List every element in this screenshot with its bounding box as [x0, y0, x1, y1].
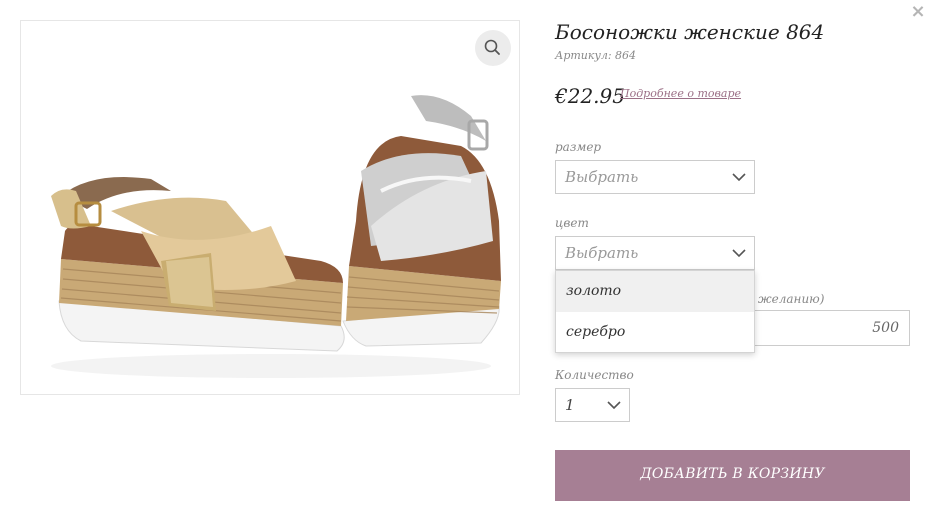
quantity-label: Количество: [555, 368, 634, 382]
wish-amount-value: 500: [872, 320, 899, 336]
zoom-button[interactable]: [475, 30, 511, 66]
wish-label: желанию): [758, 292, 825, 306]
chevron-down-icon: [607, 401, 621, 410]
size-label: размер: [555, 140, 602, 154]
color-option-gold[interactable]: золото: [556, 271, 754, 312]
quantity-select[interactable]: 1: [555, 388, 630, 422]
silver-sandal: [342, 95, 501, 347]
zoom-icon: [484, 39, 500, 55]
chevron-down-icon: [732, 249, 746, 258]
wish-amount-input[interactable]: 500: [752, 310, 910, 346]
product-image-container: [20, 20, 520, 395]
color-option-label: золото: [566, 283, 622, 299]
color-label: цвет: [555, 216, 589, 230]
chevron-down-icon: [732, 173, 746, 182]
gold-sandal: [51, 177, 345, 352]
add-to-cart-button[interactable]: ДОБАВИТЬ В КОРЗИНУ: [555, 450, 910, 501]
add-to-cart-label: ДОБАВИТЬ В КОРЗИНУ: [640, 466, 825, 482]
product-sku: Артикул: 864: [555, 49, 636, 62]
color-select-value: Выбрать: [565, 244, 639, 262]
close-button[interactable]: ×: [910, 1, 926, 22]
color-option-label: серебро: [566, 324, 626, 340]
sku-value: 864: [615, 49, 637, 62]
size-select-value: Выбрать: [565, 168, 639, 186]
color-select[interactable]: Выбрать: [555, 236, 755, 270]
product-price: €22.95: [555, 84, 625, 108]
product-image: [51, 95, 501, 378]
sku-label: Артикул:: [555, 49, 612, 62]
quantity-select-value: 1: [565, 396, 575, 414]
product-title: Босоножки женские 864: [555, 20, 825, 44]
product-details-link[interactable]: Подробнее о товаре: [620, 87, 741, 100]
size-select[interactable]: Выбрать: [555, 160, 755, 194]
color-option-silver[interactable]: серебро: [556, 312, 754, 353]
close-icon: ×: [910, 1, 926, 22]
color-dropdown: золото серебро: [555, 270, 755, 353]
